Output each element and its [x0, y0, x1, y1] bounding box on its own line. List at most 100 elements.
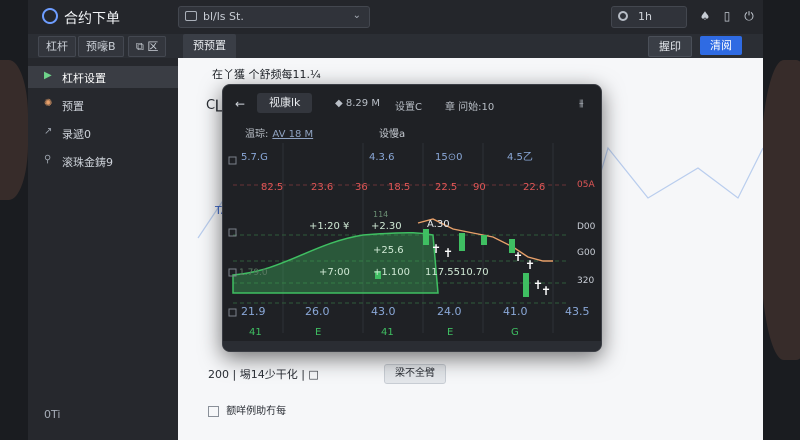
- mid-label: 117.5510.70: [425, 267, 489, 278]
- checkbox-row[interactable]: 额咩例助冇每: [208, 402, 286, 417]
- mid-label: A.30: [427, 219, 450, 230]
- filter-label: 温琮:: [245, 129, 269, 140]
- price-label: 18.5: [388, 182, 410, 193]
- sidebar-item-label: 录遞0: [62, 128, 91, 141]
- sidebar: ▶ 杠杆设置 ✺ 预置 ↗ 录遞0 ⚲ 滚珠金鋳9 0Ti: [28, 58, 179, 440]
- top-label: 5.7.G: [241, 152, 268, 163]
- marker-cross: ✝: [513, 250, 523, 264]
- lever-button[interactable]: 杠杆: [38, 36, 76, 57]
- left-tool-icon: [228, 156, 237, 165]
- app-logo-icon: [42, 8, 58, 24]
- preset-button[interactable]: 预嚎B: [78, 36, 124, 57]
- app-title: 合约下单: [64, 10, 120, 26]
- price-area: [232, 231, 439, 294]
- search-icon: [618, 11, 628, 21]
- bottom-value: 41.0: [503, 305, 528, 318]
- sidebar-footer: 0Ti: [44, 408, 61, 421]
- left-tool-icon: [228, 308, 237, 317]
- mid-label: +1:20 ¥: [309, 221, 349, 232]
- interval-select[interactable]: 1h: [611, 6, 687, 28]
- bottom-letter: E: [315, 327, 321, 338]
- candle: [523, 273, 529, 297]
- cancel-button[interactable]: 握印: [648, 36, 692, 57]
- filter-link[interactable]: AV 18 M: [272, 129, 313, 140]
- pin-icon: ⚲: [44, 154, 52, 165]
- title-bar: 合约下单 bl/ls St. ⌄ 1h ♠ ▯ ⏻: [28, 0, 763, 35]
- mid-label: +7:00: [319, 267, 350, 278]
- right-axis-label: D00: [577, 222, 596, 232]
- sidebar-item-lever-settings[interactable]: ▶ 杠杆设置: [28, 66, 178, 88]
- sidebar-item-balance[interactable]: ⚲ 滚珠金鋳9: [28, 150, 178, 172]
- top-label: 4.3.6: [369, 152, 394, 163]
- price-meta-value: 8.29 M: [345, 98, 380, 109]
- phone-icon[interactable]: ▯: [720, 9, 734, 23]
- top-label: 4.5乙: [507, 151, 533, 163]
- marker-cross: ✝: [541, 284, 551, 298]
- settings-sliders-icon[interactable]: ⫵: [579, 98, 584, 109]
- sidebar-item-preset[interactable]: ✺ 预置: [28, 94, 178, 116]
- price-chart[interactable]: 5.7.G 4.3.6 15⊙0 4.5乙 82.5 23.6 36 18.5 22.5 90 22…: [223, 143, 601, 351]
- modal-header: ← 视康lk ◆ 8.29 M 设置C 章 问始:10 ⫵: [223, 85, 601, 123]
- doc-line-1: 在丫獲 个舒频每11.¼: [212, 68, 321, 81]
- right-axis-label: G00: [577, 248, 596, 258]
- bottom-letter: G: [511, 327, 519, 338]
- interval-value: 1h: [638, 10, 652, 23]
- time-meta: 章 问始:10: [445, 102, 495, 113]
- marker-cross: ✝: [431, 242, 441, 256]
- price-label: 90: [473, 182, 486, 193]
- bottom-letter: E: [447, 327, 453, 338]
- trend-icon: ↗: [44, 126, 53, 137]
- mid-label: +25.6: [373, 245, 404, 256]
- bottom-value: 43.5: [565, 305, 590, 318]
- candle: [481, 235, 487, 245]
- chart-modal: ← 视康lk ◆ 8.29 M 设置C 章 问始:10 ⫵ 温琮: AV 18 M…: [222, 84, 602, 352]
- right-axis-label: 320: [577, 276, 594, 286]
- filter-right: 设慢a: [379, 129, 406, 140]
- price-label: 36: [355, 182, 368, 193]
- sidebar-item-label: 预置: [62, 100, 84, 113]
- chart-scrollbar: [223, 341, 601, 351]
- price-chart-svg: 5.7.G 4.3.6 15⊙0 4.5乙 82.5 23.6 36 18.5 22.5 90 22…: [223, 143, 601, 351]
- filter-row: 温琮: AV 18 M: [245, 125, 313, 140]
- doc-bottom-row: 200 | 埸14少干化 | □: [208, 368, 319, 381]
- bottom-value: 26.0: [305, 305, 330, 318]
- hand-right: [760, 60, 800, 360]
- file-select-value: bl/ls St.: [203, 10, 244, 23]
- price-label: 23.6: [311, 182, 333, 193]
- bottom-value: 21.9: [241, 305, 266, 318]
- bottom-value: 24.0: [437, 305, 462, 318]
- bottom-letter: 41: [381, 327, 394, 338]
- sidebar-item-label: 滚珠金鋳9: [62, 156, 113, 169]
- top-label: 15⊙0: [435, 152, 462, 163]
- candle: [423, 229, 429, 245]
- tab-preset[interactable]: 预预置: [183, 34, 236, 58]
- hand-left: [0, 60, 28, 200]
- play-icon: ▶: [44, 70, 52, 81]
- checkbox[interactable]: [208, 405, 219, 417]
- gear-icon: ✺: [44, 98, 53, 109]
- bottom-value: 43.0: [371, 305, 396, 318]
- price-meta: ◆ 8.29 M: [335, 98, 380, 109]
- candle: [459, 233, 465, 251]
- select-all-button[interactable]: 梁不全臂: [384, 364, 446, 384]
- right-axis-label: 05A: [577, 180, 595, 190]
- marker-cross: ✝: [443, 246, 453, 260]
- file-select[interactable]: bl/ls St. ⌄: [178, 6, 370, 28]
- back-arrow-icon[interactable]: ←: [235, 97, 245, 111]
- confirm-button[interactable]: 清阅: [700, 36, 742, 55]
- sidebar-item-record[interactable]: ↗ 录遞0: [28, 122, 178, 144]
- bottom-letter: 41: [249, 327, 262, 338]
- mid-label: +1.100: [373, 267, 410, 278]
- marker-cross: ✝: [525, 258, 535, 272]
- settings-link[interactable]: 设置C: [395, 98, 422, 113]
- price-label: 22.5: [435, 182, 457, 193]
- checkbox-label: 额咩例助冇每: [226, 406, 287, 417]
- tab-view[interactable]: 视康lk: [257, 93, 313, 113]
- left-small-label: 1.79.0: [239, 268, 268, 278]
- more-icon[interactable]: ⏻: [742, 9, 756, 23]
- copy-button[interactable]: ⧉ 区: [128, 36, 167, 57]
- small-label: 114: [373, 210, 388, 219]
- bell-icon[interactable]: ♠: [698, 9, 712, 23]
- toolbar: 杠杆 预嚎B ⧉ 区 预预置 握印 清阅: [28, 34, 763, 59]
- mid-label: +2.30: [371, 221, 402, 232]
